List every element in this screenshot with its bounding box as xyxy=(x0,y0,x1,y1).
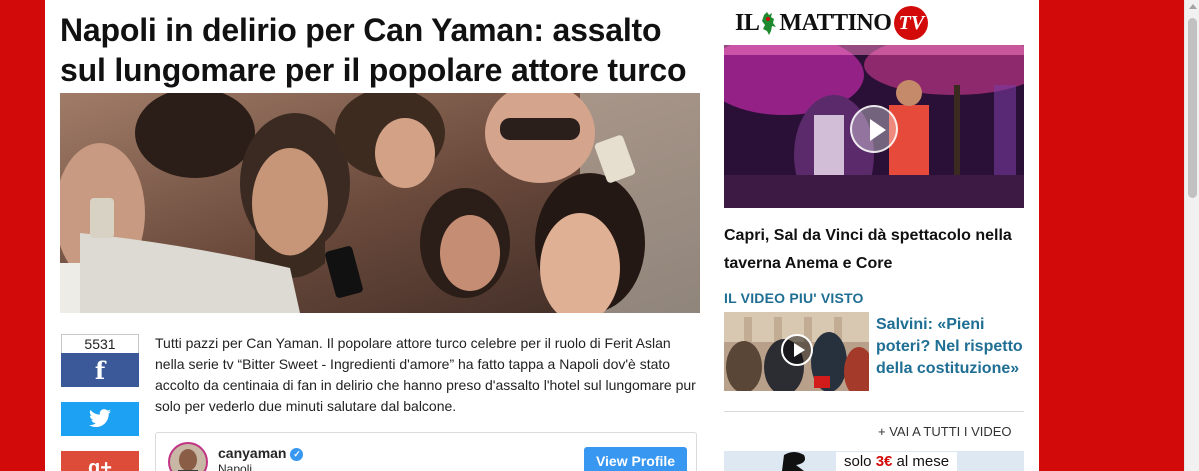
scrollbar-thumb[interactable] xyxy=(1188,18,1197,198)
most-viewed-video-thumbnail[interactable] xyxy=(724,312,869,391)
play-icon-small[interactable] xyxy=(781,334,813,366)
brand-left: IL xyxy=(735,9,760,36)
share-count: 5531 xyxy=(61,334,139,353)
promo-prefix: solo xyxy=(844,453,876,470)
article-hero-image[interactable] xyxy=(60,93,700,313)
play-icon[interactable] xyxy=(850,105,898,153)
most-viewed-label: IL VIDEO PIU' VISTO xyxy=(724,290,864,306)
facebook-share-button[interactable]: f xyxy=(61,353,139,387)
instagram-embed: canyaman ✓ Napoli View Profile xyxy=(155,432,697,471)
featured-video[interactable] xyxy=(724,45,1024,208)
promo-suffix: al mese xyxy=(892,453,950,470)
rooster-icon xyxy=(762,12,777,35)
googleplus-share-button[interactable]: g+ xyxy=(61,451,139,471)
verified-icon: ✓ xyxy=(290,448,304,461)
featured-video-title[interactable]: Capri, Sal da Vinci dà spettacolo nella … xyxy=(724,222,1024,278)
subscription-promo-banner[interactable]: solo 3€ al mese xyxy=(724,451,1024,471)
scrollbar[interactable] xyxy=(1184,0,1199,471)
page-content: Napoli in delirio per Can Yaman: assalto… xyxy=(45,0,1039,471)
googleplus-icon: g+ xyxy=(88,456,112,471)
all-videos-link[interactable]: + VAI A TUTTI I VIDEO xyxy=(878,424,1012,439)
most-viewed-video-title[interactable]: Salvini: «Pieni poteri? Nel rispetto del… xyxy=(876,314,1026,380)
brand-tv-badge: TV xyxy=(894,6,929,40)
article-headline: Napoli in delirio per Can Yaman: assalto… xyxy=(60,12,687,88)
share-bar: 5531 f g+ xyxy=(61,334,139,471)
profile-picture xyxy=(170,444,206,471)
facebook-icon: f xyxy=(94,355,106,385)
article-body: Tutti pazzi per Can Yaman. Il popolare a… xyxy=(155,335,696,414)
twitter-icon xyxy=(89,409,111,428)
instagram-username-text: canyaman xyxy=(218,445,287,461)
promo-price-text: solo 3€ al mese xyxy=(836,452,958,471)
view-profile-button[interactable]: View Profile xyxy=(584,447,687,471)
instagram-username[interactable]: canyaman ✓ xyxy=(218,445,304,461)
instagram-location[interactable]: Napoli xyxy=(218,462,252,471)
scroll-up-arrow-icon[interactable] xyxy=(1189,4,1197,9)
avatar[interactable] xyxy=(168,442,208,471)
brand-right: MATTINO xyxy=(779,9,892,36)
mattino-tv-logo[interactable]: IL MATTINO TV xyxy=(735,6,929,40)
crowd-selfie-photo xyxy=(60,93,700,313)
divider xyxy=(724,411,1024,412)
twitter-share-button[interactable] xyxy=(61,402,139,436)
promo-price: 3€ xyxy=(875,453,893,470)
